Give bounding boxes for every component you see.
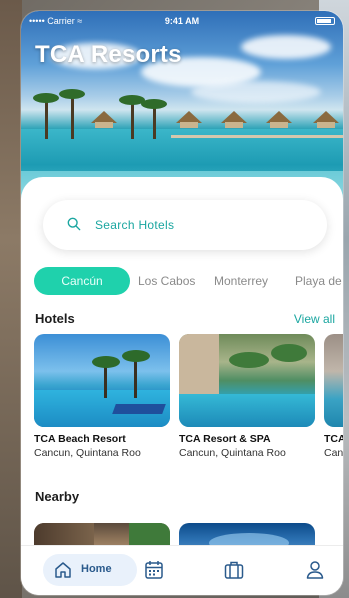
battery-icon xyxy=(315,17,335,25)
bottom-nav: Home xyxy=(21,545,343,595)
hotel-location: Cancun, Quintana Roo xyxy=(179,447,286,459)
search-bar[interactable]: Search Hotels xyxy=(43,200,327,250)
hotel-card[interactable]: TCA Beach Resort Cancun, Quintana Roo xyxy=(34,334,170,459)
hero-image: ••••• Carrier ≈ 9:41 AM TCA Resorts xyxy=(21,11,343,201)
hut xyxy=(313,111,339,129)
hotel-image xyxy=(324,334,343,427)
chip-cancun[interactable]: Cancún xyxy=(34,267,130,295)
content-panel: Search Hotels Cancún Los Cabos Monterrey… xyxy=(21,177,343,563)
hotel-card[interactable]: TCA I Canc xyxy=(324,334,343,459)
nearby-heading: Nearby xyxy=(35,489,80,504)
hotel-name: TCA I xyxy=(324,433,343,445)
destination-chips: Cancún Los Cabos Monterrey Playa de xyxy=(21,267,343,297)
chip-los-cabos[interactable]: Los Cabos xyxy=(138,267,195,295)
chip-playa-del-carmen[interactable]: Playa de xyxy=(295,267,342,295)
hotel-card[interactable]: TCA Resort & SPA Cancun, Quintana Roo xyxy=(179,334,315,459)
pier xyxy=(171,135,343,138)
briefcase-icon[interactable] xyxy=(223,559,245,581)
calendar-icon[interactable] xyxy=(143,559,165,581)
hotel-location: Cancun, Quintana Roo xyxy=(34,447,141,459)
background-left xyxy=(0,0,22,598)
phone-screen: ••••• Carrier ≈ 9:41 AM TCA Resorts Sear… xyxy=(21,11,343,595)
home-icon xyxy=(55,562,71,578)
search-icon xyxy=(67,217,81,231)
palm-trees xyxy=(31,89,181,139)
app-title: TCA Resorts xyxy=(35,41,182,68)
hut xyxy=(266,111,292,129)
chip-monterrey[interactable]: Monterrey xyxy=(214,267,268,295)
hotel-name: TCA Beach Resort xyxy=(34,433,126,445)
nav-home-button[interactable]: Home xyxy=(43,554,137,586)
status-time: 9:41 AM xyxy=(164,16,200,26)
hotel-name: TCA Resort & SPA xyxy=(179,433,271,445)
hotel-location: Canc xyxy=(324,447,343,459)
hut xyxy=(221,111,247,129)
view-all-link[interactable]: View all xyxy=(294,312,335,326)
hotel-image xyxy=(179,334,315,427)
hotels-heading: Hotels xyxy=(35,311,75,326)
nav-home-label: Home xyxy=(81,563,112,575)
status-bar: ••••• Carrier ≈ 9:41 AM xyxy=(21,15,343,29)
user-icon[interactable] xyxy=(304,559,326,581)
hotel-image xyxy=(34,334,170,427)
search-input[interactable]: Search Hotels xyxy=(95,218,174,232)
